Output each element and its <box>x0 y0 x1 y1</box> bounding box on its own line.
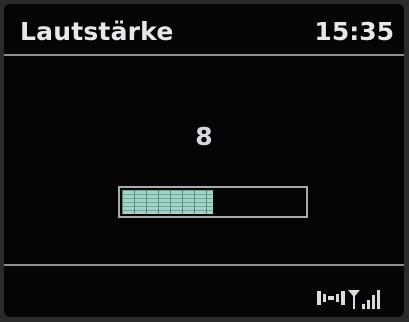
signal-strength-icon <box>348 290 380 309</box>
footer-divider <box>4 264 404 266</box>
volume-bar-fill <box>122 190 213 214</box>
header-bar: Lautstärke 15:35 <box>4 4 404 56</box>
volume-value: 8 <box>195 122 213 151</box>
network-link-icon <box>317 291 345 305</box>
page-title: Lautstärke <box>20 17 174 46</box>
status-bar <box>312 286 392 310</box>
clock: 15:35 <box>314 17 394 46</box>
device-screen: Lautstärke 15:35 8 <box>4 4 404 317</box>
volume-bar[interactable] <box>118 186 308 218</box>
header-divider <box>4 54 404 56</box>
